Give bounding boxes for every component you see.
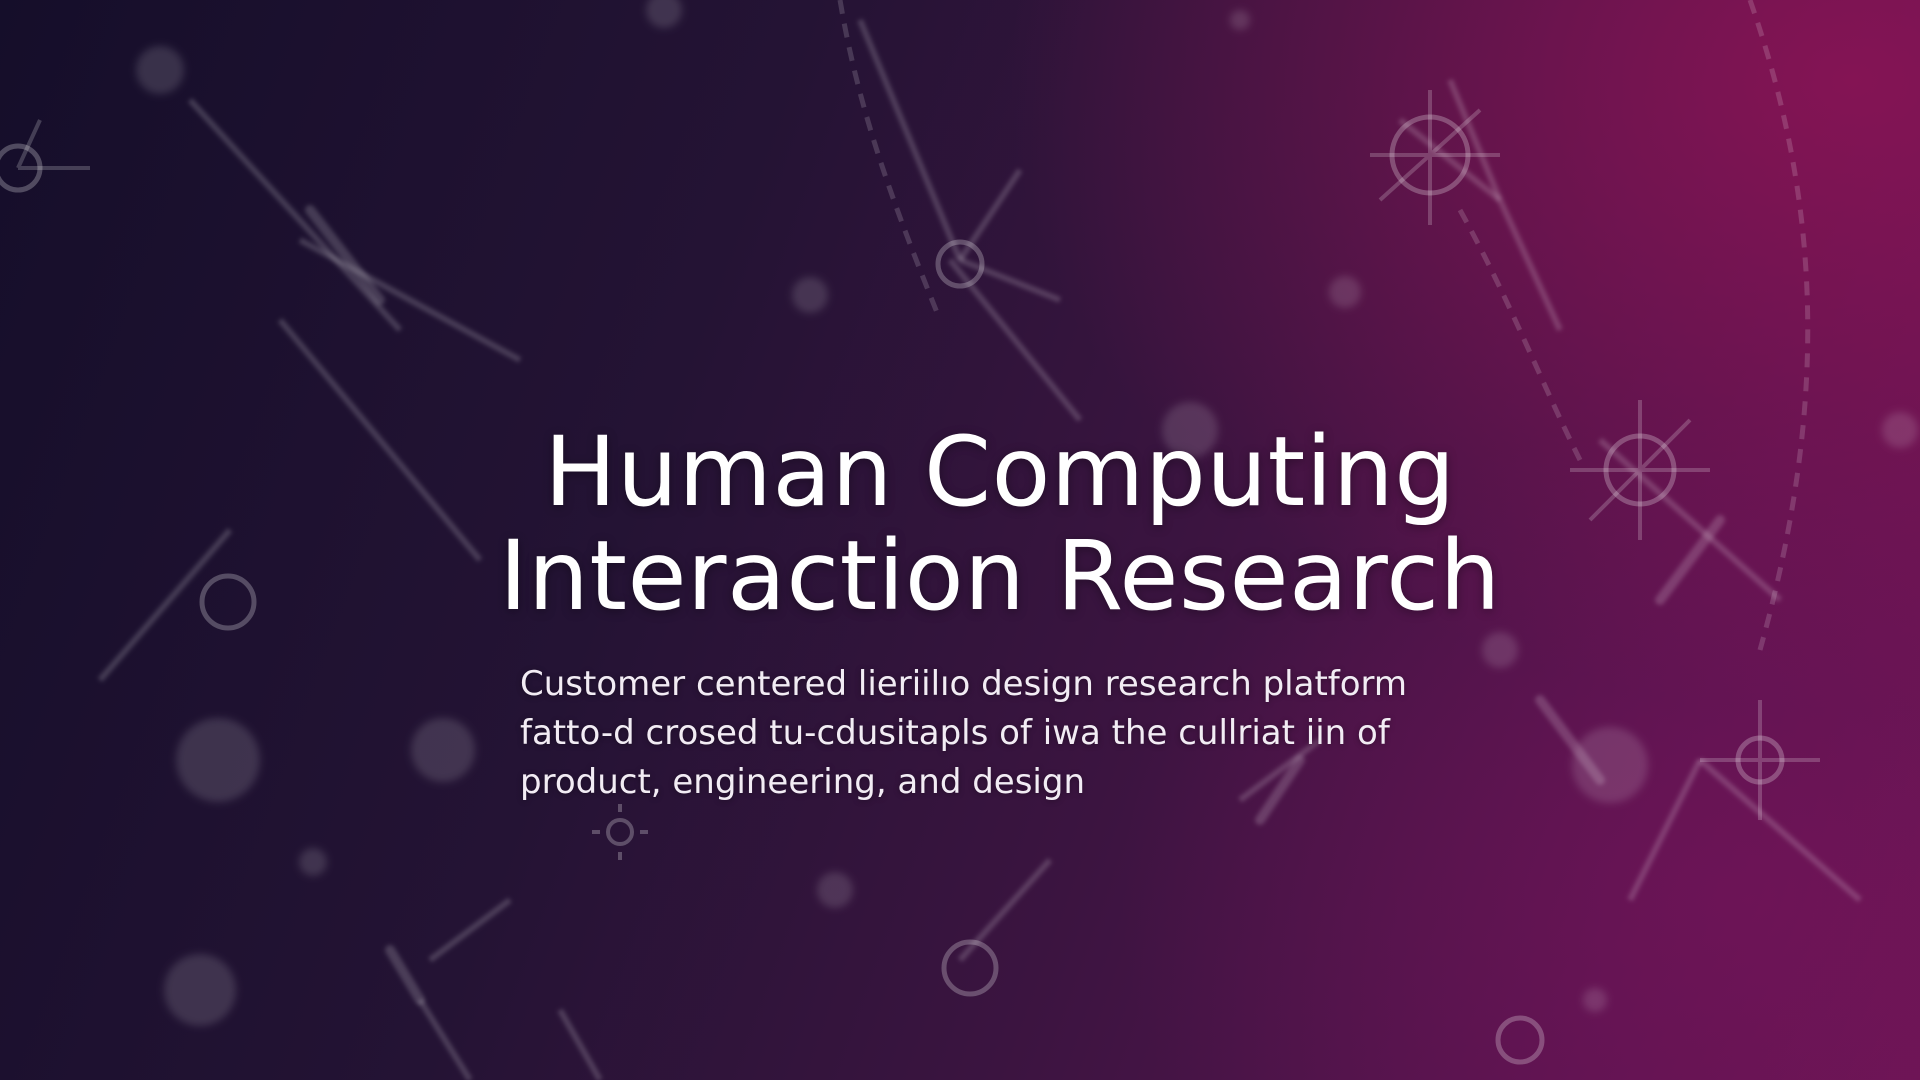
hero-slide: Human Computing Interaction Research Cus… xyxy=(0,0,1920,1080)
gear-icon xyxy=(592,804,648,860)
subtitle-line-2: fatto-d crosed tu-cdusitapls of iwa the … xyxy=(520,713,1390,753)
title-line-2: Interaction Research xyxy=(499,520,1501,632)
subtitle-line-3: product, engineering, and design xyxy=(520,762,1086,802)
title-block: Human Computing Interaction Research xyxy=(440,420,1560,628)
page-title: Human Computing Interaction Research xyxy=(440,420,1560,628)
subtitle-paragraph: Customer centered lieriilıo design resea… xyxy=(520,660,1500,807)
subtitle-line-1: Customer centered lieriilıo design resea… xyxy=(520,664,1408,704)
title-line-1: Human Computing xyxy=(544,416,1456,528)
